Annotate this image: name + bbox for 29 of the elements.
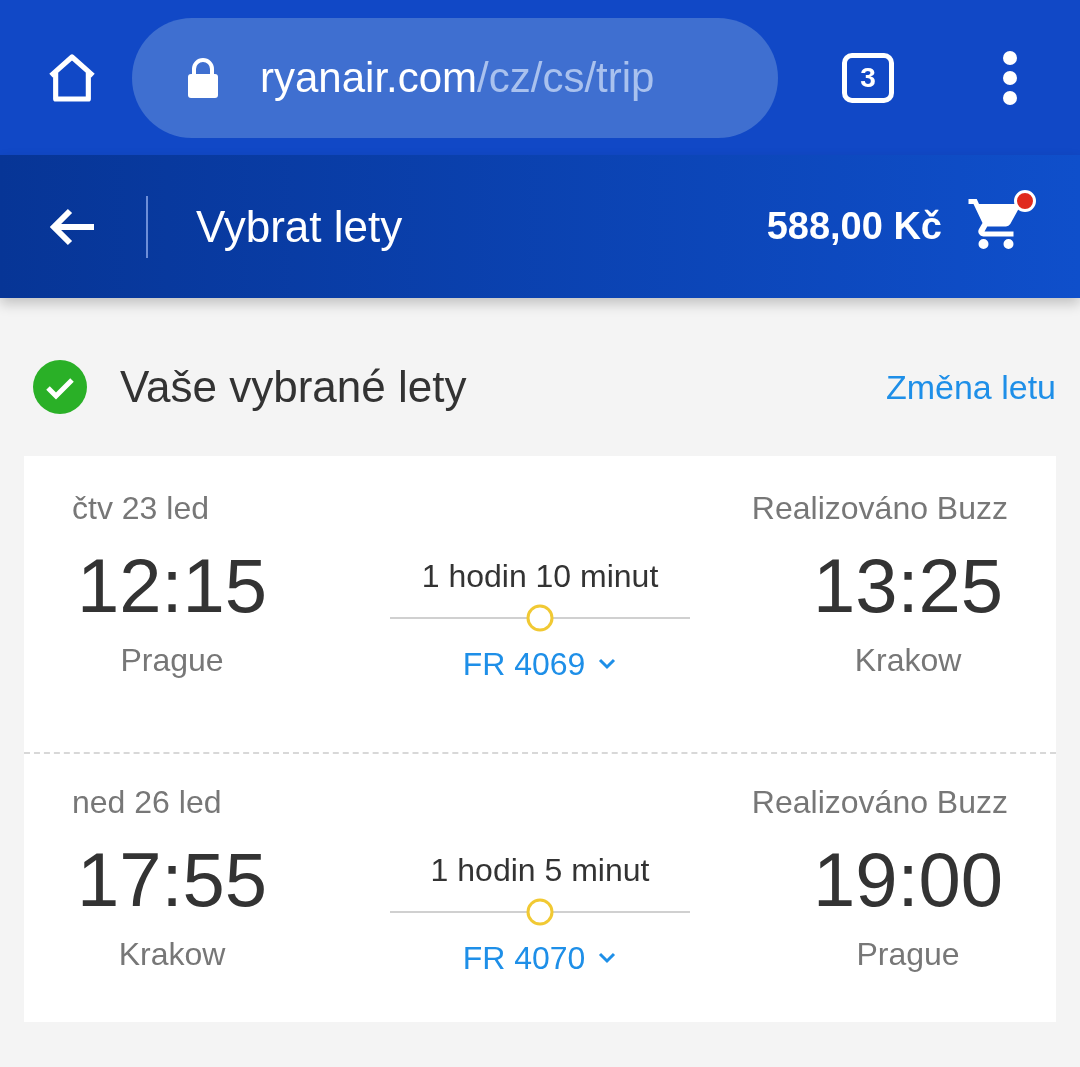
departure-time: 12:15 [76, 548, 268, 624]
change-flight-link[interactable]: Změna letu [885, 361, 1056, 413]
cart-price: 588,00 Kč [766, 204, 942, 249]
tab-count-button[interactable]: 3 [842, 52, 894, 103]
page-title: Vybrat lety [196, 200, 403, 253]
flight-date: ned 26 led [72, 783, 222, 822]
departure-city: Prague [120, 641, 224, 680]
departure-time: 17:55 [76, 842, 268, 918]
flight-date: čtv 23 led [72, 489, 209, 528]
flight-number-link[interactable]: FR 4069 [462, 640, 618, 688]
flight-number-link[interactable]: FR 4070 [462, 934, 618, 982]
chevron-down-icon [597, 657, 618, 671]
arrival-city: Prague [856, 935, 960, 974]
operator-text: Realizováno Buzz [751, 489, 1008, 528]
arrival-time: 19:00 [812, 842, 1004, 918]
address-bar[interactable]: ryanair.com/cz/cs/trip [132, 17, 778, 138]
arrival-city: Krakow [854, 641, 962, 680]
check-circle-icon [32, 359, 88, 415]
back-arrow-icon[interactable] [48, 206, 96, 247]
section-title: Vaše vybrané lety [120, 361, 467, 413]
flight-duration: 1 hodin 10 minut [421, 557, 659, 596]
flight-duration: 1 hodin 5 minut [430, 851, 650, 890]
more-menu-icon[interactable] [1002, 49, 1018, 106]
arrival-time: 13:25 [812, 548, 1004, 624]
operator-text: Realizováno Buzz [751, 783, 1008, 822]
url-text: ryanair.com/cz/cs/trip [260, 53, 655, 103]
departure-city: Krakow [118, 935, 226, 974]
lock-icon [186, 57, 220, 98]
chevron-down-icon [597, 951, 618, 965]
